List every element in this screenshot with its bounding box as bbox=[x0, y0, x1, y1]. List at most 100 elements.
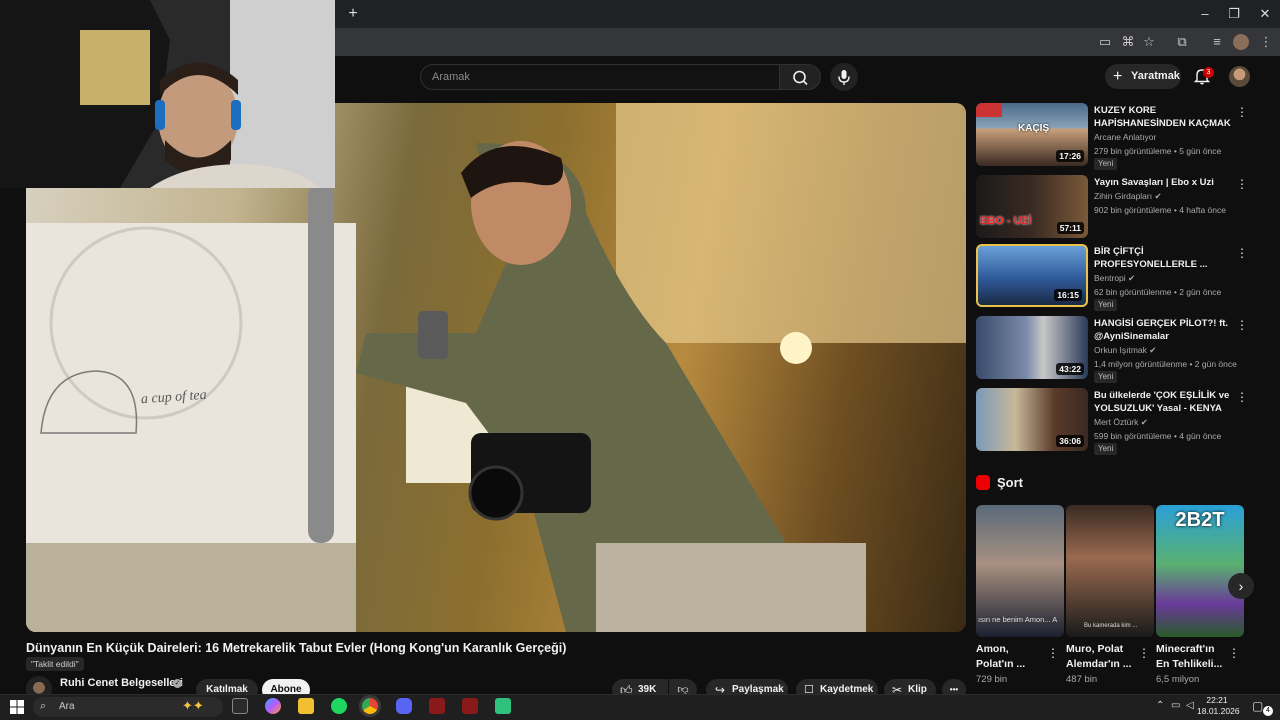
recommendation-item[interactable]: 43:22 HANGİSİ GERÇEK PİLOT?! ft. @AyniSi… bbox=[976, 316, 1256, 383]
notification-center-badge: 4 bbox=[1263, 706, 1273, 716]
volume-icon[interactable]: ◁ bbox=[1186, 700, 1194, 711]
clock-time: 22:21 bbox=[1206, 695, 1228, 705]
recommendation-title[interactable]: Yayın Savaşları | Ebo x Uzi bbox=[1094, 176, 1232, 189]
discord-icon[interactable] bbox=[396, 698, 412, 714]
recommendation-item[interactable]: 36:06 Bu ülkelerde 'ÇOK EŞLİLİK ve YOLSU… bbox=[976, 388, 1256, 455]
shorts-next-button[interactable]: › bbox=[1228, 573, 1254, 599]
video-thumbnail[interactable]: KAÇIŞ 17:26 bbox=[976, 103, 1088, 166]
short-title[interactable]: Muro, Polat Alemdar'ın ... bbox=[1066, 642, 1136, 672]
shorts-logo-icon bbox=[976, 475, 990, 490]
more-options-icon[interactable]: ⋮ bbox=[1236, 177, 1248, 191]
reading-list-icon[interactable]: ≡ bbox=[1209, 34, 1225, 50]
more-options-icon[interactable]: ⋮ bbox=[1228, 646, 1240, 660]
create-button[interactable]: + Yaratmak bbox=[1105, 64, 1181, 89]
recommendation-item[interactable]: KAÇIŞ 17:26 KUZEY KORE HAPİSHANESİNDEN K… bbox=[976, 103, 1256, 170]
short-thumbnail[interactable]: ısın ne benim Amon... A bbox=[976, 505, 1064, 637]
short-title[interactable]: Amon, Polat'ın ... bbox=[976, 642, 1046, 672]
tray-chevron-icon[interactable]: ⌃ bbox=[1156, 700, 1164, 711]
close-window-button[interactable]: ✕ bbox=[1250, 4, 1280, 24]
recommendation-meta: 279 bin görüntüleme • 5 gün önce bbox=[1094, 146, 1222, 156]
search-box[interactable] bbox=[420, 64, 780, 90]
more-options-icon[interactable]: ⋮ bbox=[1138, 646, 1150, 660]
thumbnail-text: EBO - UZİ bbox=[980, 215, 1032, 227]
shorts-section-title: Şort bbox=[997, 475, 1023, 490]
translate-icon[interactable]: ⌘ bbox=[1120, 34, 1136, 50]
recommendation-title[interactable]: KUZEY KORE HAPİSHANESİNDEN KAÇMAK bbox=[1094, 104, 1232, 130]
bookmark-star-icon[interactable]: ☆ bbox=[1141, 34, 1157, 50]
new-tab-button[interactable]: + bbox=[344, 5, 362, 23]
verified-icon: ✓ bbox=[173, 679, 182, 688]
recommendation-title[interactable]: Bu ülkelerde 'ÇOK EŞLİLİK ve YOLSUZLUK' … bbox=[1094, 389, 1232, 415]
recommendation-title[interactable]: BİR ÇİFTÇİ PROFESYONELLERLE ... bbox=[1094, 245, 1232, 271]
short-views: 729 bin bbox=[976, 674, 1008, 685]
short-caption: 2B2T bbox=[1175, 509, 1225, 531]
plus-icon: + bbox=[1113, 68, 1123, 85]
profile-avatar-icon[interactable] bbox=[1233, 34, 1249, 50]
extensions-icon[interactable]: ⧉ bbox=[1174, 34, 1190, 50]
game-app-icon[interactable] bbox=[429, 698, 445, 714]
taskbar-clock[interactable]: 22:21 18.01.2026 bbox=[1197, 695, 1240, 717]
duration-badge: 16:15 bbox=[1054, 289, 1082, 301]
recommendation-channel[interactable]: Bentropi ✔ bbox=[1094, 273, 1135, 284]
recommendation-channel[interactable]: Zihin Girdapları ✔ bbox=[1094, 191, 1162, 202]
duration-badge: 57:11 bbox=[1056, 222, 1084, 234]
recommendation-item[interactable]: 16:15 BİR ÇİFTÇİ PROFESYONELLERLE ... Be… bbox=[976, 244, 1256, 311]
user-avatar[interactable] bbox=[1229, 66, 1250, 87]
app-icon[interactable] bbox=[495, 698, 511, 714]
duration-badge: 36:06 bbox=[1056, 435, 1084, 447]
game-app-icon-2[interactable] bbox=[462, 698, 478, 714]
network-icon[interactable]: ▭ bbox=[1171, 700, 1180, 711]
short-views: 6,5 milyon bbox=[1156, 674, 1200, 685]
short-caption: ısın ne benim Amon... A bbox=[978, 615, 1058, 624]
chrome-icon[interactable] bbox=[362, 698, 378, 714]
video-thumbnail[interactable]: 43:22 bbox=[976, 316, 1088, 379]
more-options-icon[interactable]: ⋮ bbox=[1236, 390, 1248, 404]
microphone-icon bbox=[838, 70, 850, 85]
video-thumbnail[interactable]: 16:15 bbox=[976, 244, 1088, 307]
sparkle-icon: ✦✦ bbox=[182, 698, 204, 713]
notification-count-badge: 3 bbox=[1203, 67, 1214, 78]
more-options-icon[interactable]: ⋮ bbox=[1236, 246, 1248, 260]
task-view-icon[interactable] bbox=[232, 698, 248, 714]
voice-search-button[interactable] bbox=[830, 63, 858, 91]
new-badge: Yeni bbox=[1094, 299, 1118, 311]
notification-center-icon[interactable]: ▢ bbox=[1252, 699, 1263, 713]
clock-date: 18.01.2026 bbox=[1197, 706, 1240, 716]
recommendation-title[interactable]: HANGİSİ GERÇEK PİLOT?! ft. @AyniSinemala… bbox=[1094, 317, 1232, 343]
channel-name[interactable]: Ruhi Cenet Belgeselleri bbox=[60, 677, 183, 689]
restore-button[interactable]: ❐ bbox=[1219, 4, 1249, 24]
copilot-icon[interactable] bbox=[265, 698, 281, 714]
short-caption: Bu kamerada kim ... bbox=[1084, 623, 1138, 629]
recommendation-meta: 62 bin görüntülenme • 2 gün önce bbox=[1094, 287, 1222, 297]
recommendation-item[interactable]: EBO - UZİ 57:11 Yayın Savaşları | Ebo x … bbox=[976, 175, 1256, 239]
video-thumbnail[interactable]: EBO - UZİ 57:11 bbox=[976, 175, 1088, 238]
short-title[interactable]: Minecraft'ın En Tehlikeli... bbox=[1156, 642, 1226, 672]
video-thumbnail[interactable]: 36:06 bbox=[976, 388, 1088, 451]
spotify-icon[interactable] bbox=[331, 698, 347, 714]
short-views: 487 bin bbox=[1066, 674, 1098, 685]
thumbnail-text: KAÇIŞ bbox=[1018, 123, 1050, 134]
verified-icon: ✔ bbox=[1140, 417, 1148, 427]
recommendation-channel[interactable]: Arcane Anlatıyor bbox=[1094, 132, 1156, 142]
file-explorer-icon[interactable] bbox=[298, 698, 314, 714]
short-thumbnail[interactable]: 2B2T bbox=[1156, 505, 1244, 637]
recommendation-channel[interactable]: Orkun Işıtmak ✔ bbox=[1094, 345, 1156, 356]
short-thumbnail[interactable]: Bu kamerada kim ... bbox=[1066, 505, 1154, 637]
browser-menu-icon[interactable]: ⋮ bbox=[1258, 34, 1274, 50]
more-options-icon[interactable]: ⋮ bbox=[1047, 646, 1059, 660]
cast-icon[interactable]: ▭ bbox=[1097, 34, 1113, 50]
minimize-button[interactable]: – bbox=[1190, 4, 1220, 24]
more-options-icon[interactable]: ⋮ bbox=[1236, 105, 1248, 119]
dubbed-chip[interactable]: "Taklit edildi" bbox=[26, 657, 84, 671]
search-button[interactable] bbox=[779, 64, 821, 90]
more-options-icon[interactable]: ⋮ bbox=[1236, 318, 1248, 332]
new-badge: Yeni bbox=[1094, 371, 1118, 383]
verified-icon: ✔ bbox=[1128, 273, 1136, 283]
video-title: Dünyanın En Küçük Daireleri: 16 Metrekar… bbox=[26, 641, 567, 655]
windows-start-icon[interactable] bbox=[10, 700, 24, 714]
flag-graphic bbox=[976, 103, 1002, 117]
recommendation-channel[interactable]: Mert Öztürk ✔ bbox=[1094, 417, 1148, 428]
duration-badge: 43:22 bbox=[1056, 363, 1084, 375]
verified-icon: ✔ bbox=[1154, 191, 1162, 201]
search-input[interactable] bbox=[421, 65, 779, 89]
